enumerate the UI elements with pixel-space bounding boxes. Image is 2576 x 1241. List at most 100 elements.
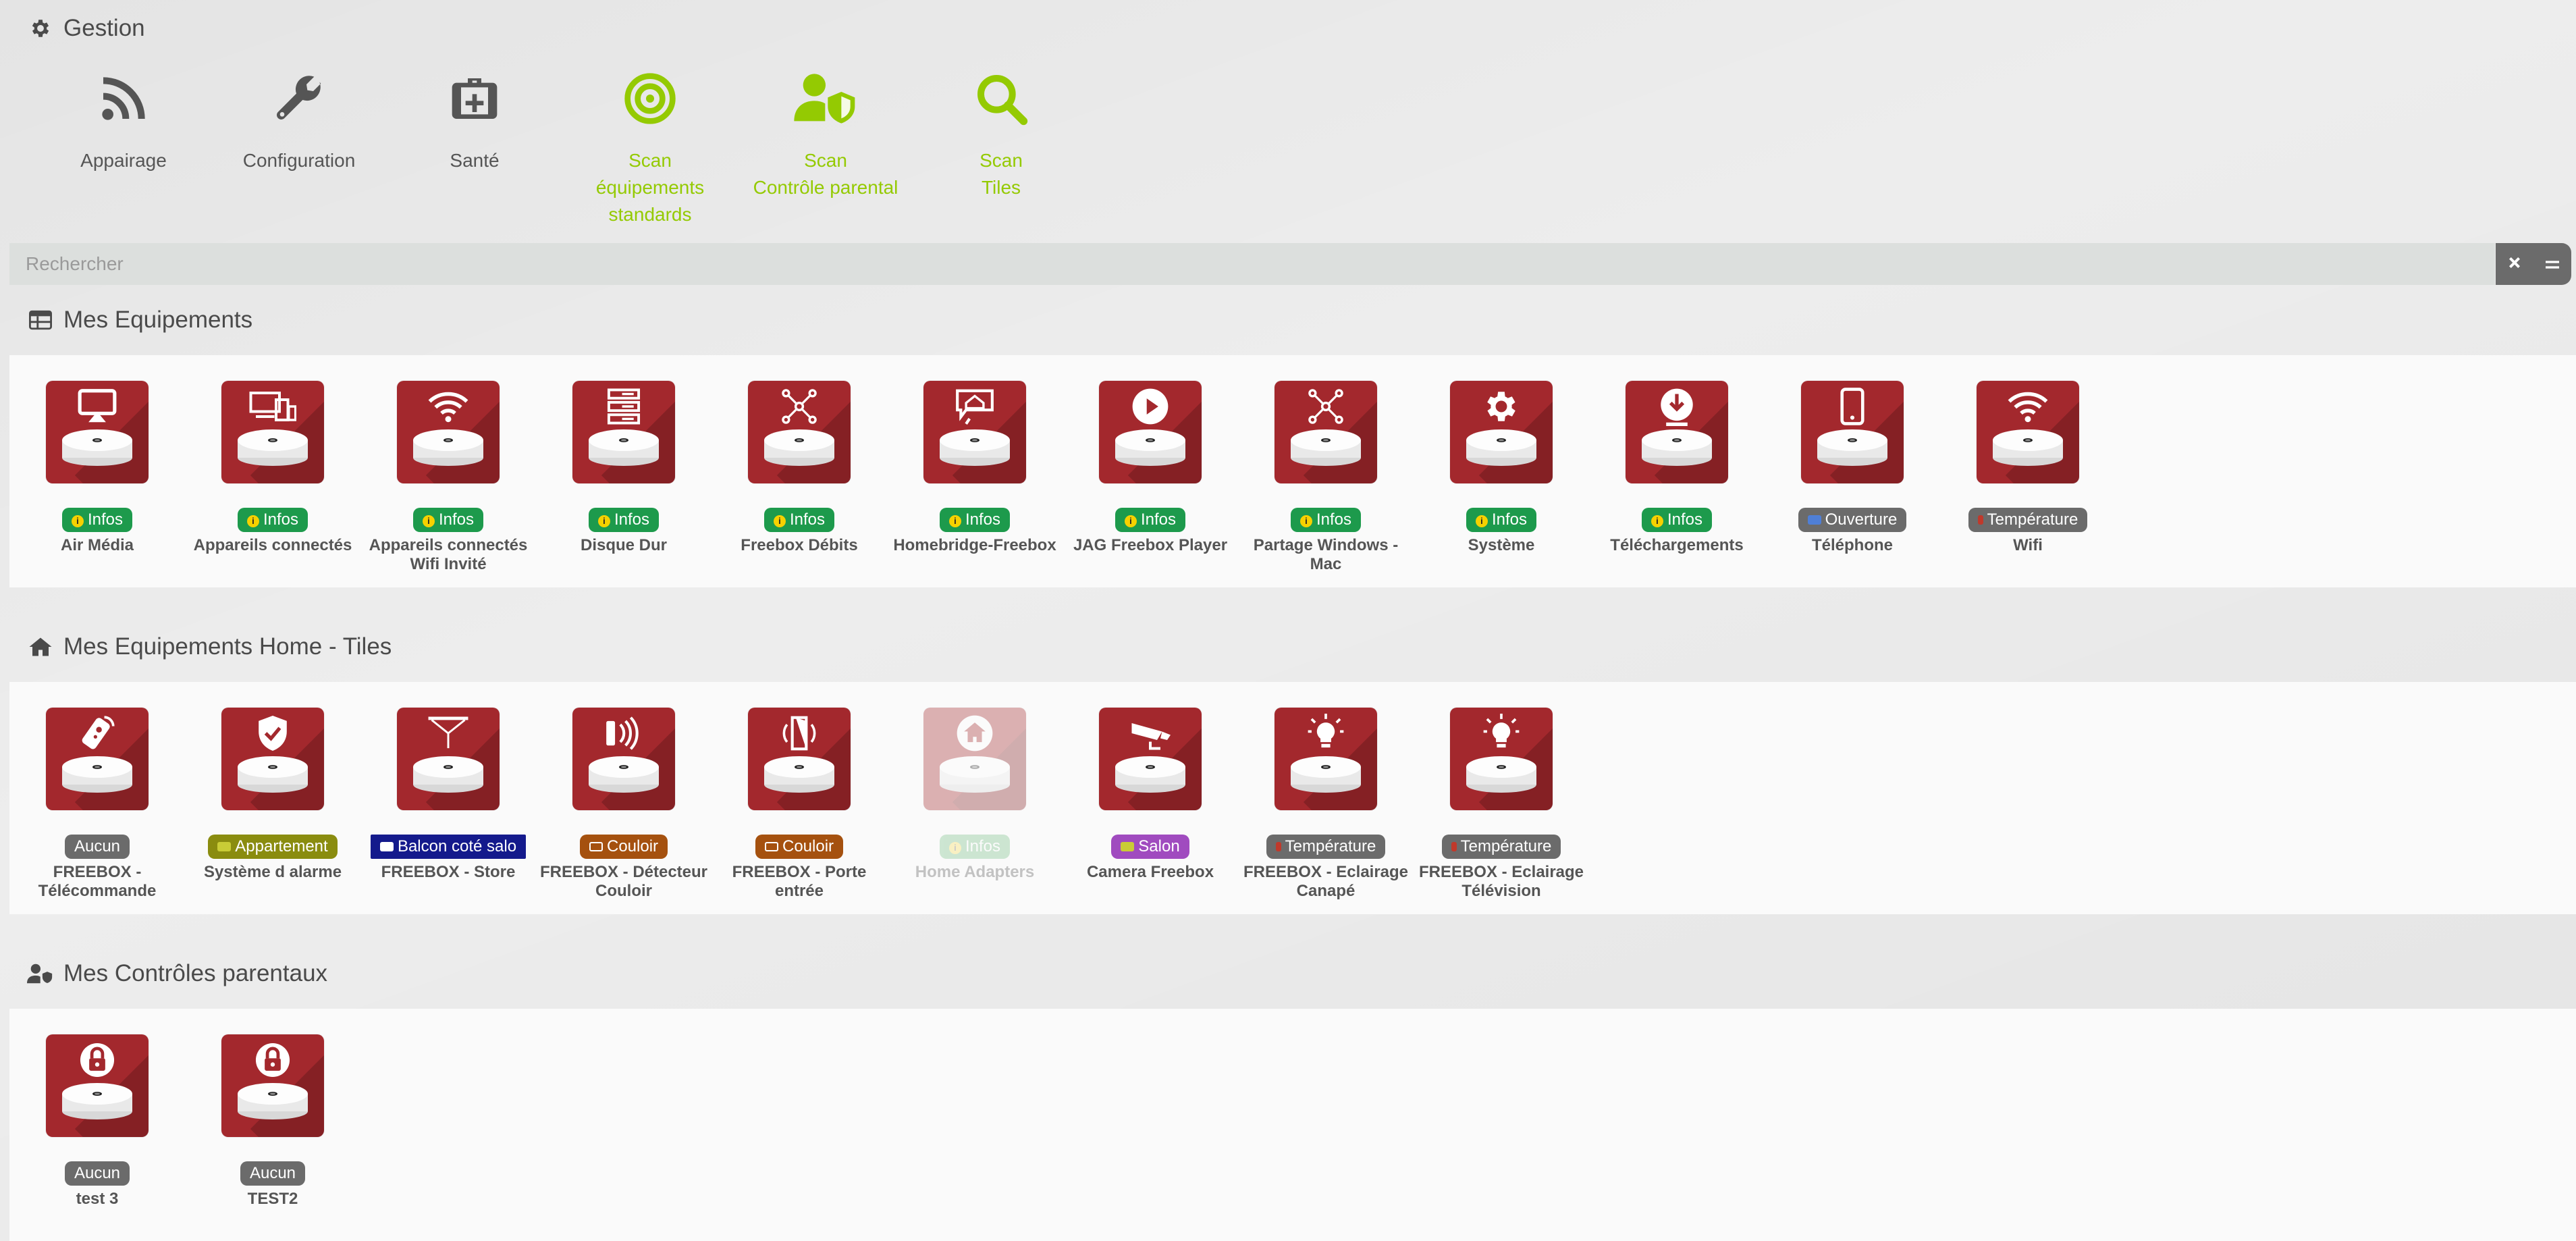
- equipment-name: Camera Freebox: [1086, 863, 1214, 881]
- wrench-icon: [215, 65, 383, 132]
- remote-icon: [46, 713, 149, 754]
- rss-icon: [39, 65, 208, 132]
- section-title-text: Mes Contrôles parentaux: [63, 960, 328, 986]
- search-input[interactable]: [9, 243, 2495, 285]
- equipment-card[interactable]: i Infos Appareils connectés Wifi Invité: [360, 381, 536, 574]
- equipment-name: Wifi: [2013, 536, 2043, 554]
- badge-label: Infos: [263, 510, 299, 529]
- equipment-card[interactable]: Couloir FREEBOX - Détecteur Couloir: [536, 708, 712, 901]
- object-badge: Aucun: [240, 1161, 306, 1186]
- equipment-name: Disque Dur: [580, 536, 667, 554]
- search-icon: [917, 65, 1085, 132]
- server-icon: [572, 386, 675, 427]
- equipment-card[interactable]: Appartement Système d alarme: [185, 708, 360, 882]
- freebox-icon: [236, 749, 309, 793]
- equipment-card[interactable]: i Infos Partage Windows - Mac: [1238, 381, 1414, 574]
- badge-label: Infos: [1140, 510, 1177, 529]
- tool-scan-tiles[interactable]: Scan Tiles: [917, 65, 1085, 201]
- equipment-icon: [1801, 381, 1904, 483]
- equipment-card[interactable]: i Infos Air Média: [9, 381, 185, 555]
- object-badge: i Infos: [939, 508, 1011, 532]
- equipment-card[interactable]: i Infos Appareils connectés: [185, 381, 360, 555]
- tool-appairage[interactable]: Appairage: [39, 65, 208, 174]
- devices-icon: [221, 386, 324, 427]
- equipment-name: TEST2: [247, 1190, 298, 1208]
- table-icon: [27, 307, 54, 334]
- freebox-icon: [61, 423, 134, 466]
- equipment-card[interactable]: Température Wifi: [1940, 381, 2116, 555]
- badge-label: Infos: [614, 510, 650, 529]
- bulb-icon: [1450, 713, 1553, 754]
- tool-scan-controle-parental[interactable]: Scan Contrôle parental: [741, 65, 910, 201]
- freebox-icon: [938, 423, 1011, 466]
- object-badge: Température: [1441, 835, 1561, 859]
- equipment-card[interactable]: i Infos Home Adapters: [887, 708, 1063, 882]
- user-shield-icon: [741, 65, 910, 132]
- freebox-icon: [412, 423, 485, 466]
- object-badge: Température: [1968, 508, 2088, 532]
- equipment-name: FREEBOX - Télécommande: [38, 863, 157, 900]
- tool-scan-standards[interactable]: Scan équipements standards: [566, 65, 734, 228]
- equipment-name: FREEBOX - Eclairage Télévision: [1418, 863, 1584, 900]
- equipment-card[interactable]: Température FREEBOX - Eclairage Télévisio…: [1414, 708, 1589, 901]
- equipment-card[interactable]: i Infos Disque Dur: [536, 381, 712, 555]
- freebox-icon: [1816, 423, 1889, 466]
- equipment-card[interactable]: i Infos Homebridge-Freebox: [887, 381, 1063, 555]
- info-icon: i: [422, 515, 435, 527]
- equipment-name: FREEBOX - Store: [381, 863, 516, 881]
- equipment-card[interactable]: i Infos Freebox Débits: [712, 381, 887, 555]
- equipment-name: Homebridge-Freebox: [893, 536, 1056, 554]
- wifi-icon: [397, 386, 500, 427]
- object-badge: i Infos: [939, 835, 1011, 859]
- object-badge: Couloir: [579, 835, 668, 859]
- equipment-card[interactable]: Température FREEBOX - Eclairage Canapé: [1238, 708, 1414, 901]
- equipment-card[interactable]: Aucun test 3: [9, 1034, 185, 1209]
- wifi-icon: [1977, 386, 2079, 427]
- motion-icon: [572, 713, 675, 754]
- equipment-name: Téléphone: [1811, 536, 1893, 554]
- door-enter-icon: [589, 842, 603, 851]
- equipment-card[interactable]: Aucun TEST2: [185, 1034, 360, 1209]
- freebox-icon: [763, 749, 836, 793]
- tool-configuration[interactable]: Configuration: [215, 65, 383, 174]
- freebox-icon: [1114, 749, 1187, 793]
- equipment-card[interactable]: Aucun FREEBOX - Télécommande: [9, 708, 185, 901]
- info-icon: i: [1299, 515, 1312, 527]
- section-equipements-title: Mes Equipements: [27, 307, 252, 334]
- equipment-icon: [1274, 708, 1377, 810]
- toggle-view-button[interactable]: [2533, 243, 2571, 285]
- sofa-icon: [1121, 842, 1135, 851]
- equipment-name: Appareils connectés Wifi Invité: [369, 536, 528, 573]
- tool-sante[interactable]: Santé: [390, 65, 559, 174]
- freebox-icon: [61, 749, 134, 793]
- info-icon: i: [246, 515, 259, 527]
- equipment-card[interactable]: Salon Camera Freebox: [1063, 708, 1238, 882]
- badge-label: Infos: [965, 510, 1001, 529]
- object-badge: Aucun: [64, 835, 130, 859]
- equipment-card[interactable]: Couloir FREEBOX - Porte entrée: [712, 708, 887, 901]
- equipment-name: JAG Freebox Player: [1073, 536, 1228, 554]
- badge-label: Balcon coté salo: [397, 837, 517, 855]
- freebox-icon: [587, 423, 660, 466]
- object-badge: Aucun: [64, 1161, 130, 1186]
- equipment-icon: [1450, 708, 1553, 810]
- tool-label-line: Contrôle parental: [753, 177, 898, 198]
- equipment-card[interactable]: Ouverture Téléphone: [1765, 381, 1940, 555]
- tool-label-line: Tiles: [981, 177, 1021, 198]
- equipment-card[interactable]: Balcon coté salo FREEBOX - Store: [360, 708, 536, 882]
- badge-label: Infos: [1316, 510, 1352, 529]
- freebox-icon: [587, 749, 660, 793]
- homebridge-icon: [923, 386, 1026, 427]
- clear-search-button[interactable]: [2496, 243, 2533, 285]
- equipment-card[interactable]: i Infos Système: [1414, 381, 1589, 555]
- thermometer-icon: [1275, 842, 1281, 851]
- thermometer-icon: [1977, 515, 1983, 525]
- equipment-name: FREEBOX - Porte entrée: [732, 863, 867, 900]
- equipment-icon: [397, 708, 500, 810]
- equipment-card[interactable]: i Infos Téléchargements: [1589, 381, 1765, 555]
- equipment-icon: [221, 1034, 324, 1137]
- target-icon: [566, 65, 734, 132]
- equipment-card[interactable]: i Infos JAG Freebox Player: [1063, 381, 1238, 555]
- equipment-name: Freebox Débits: [741, 536, 858, 554]
- object-badge: Balcon coté salo: [370, 835, 527, 859]
